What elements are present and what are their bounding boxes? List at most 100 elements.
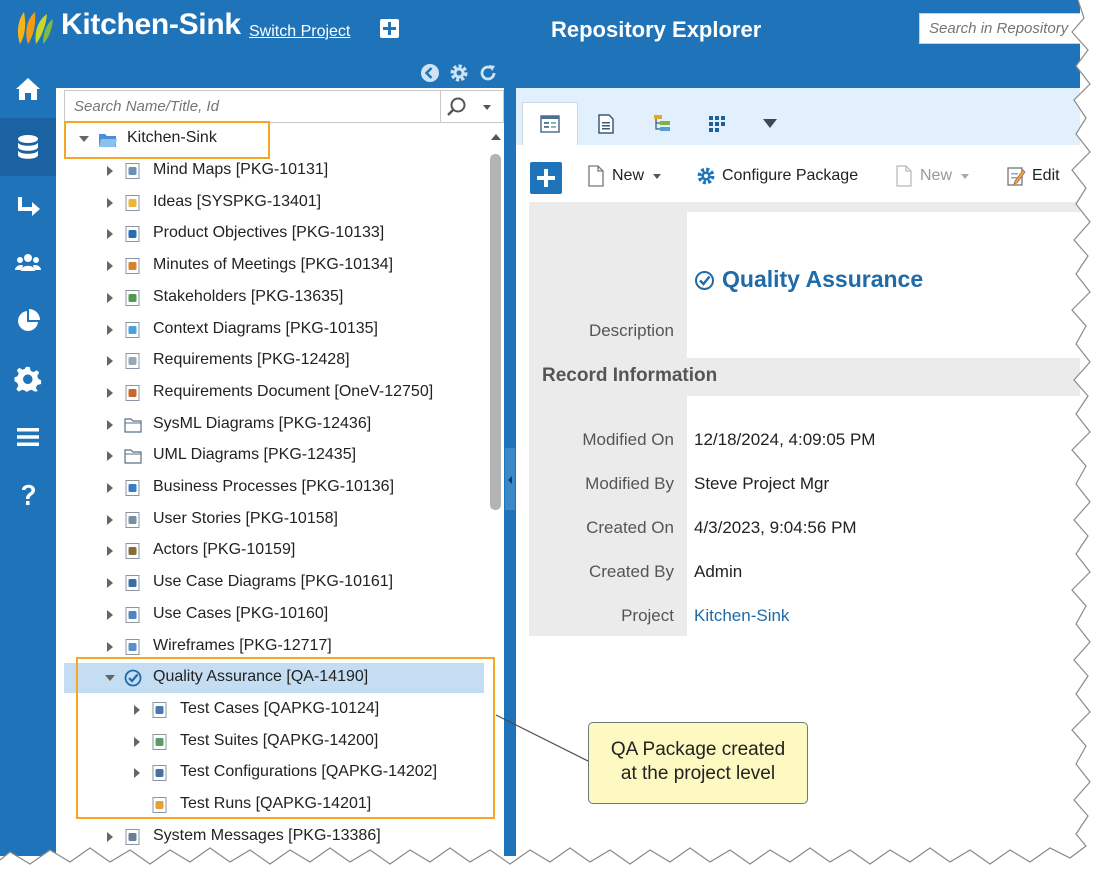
nav-reports[interactable] <box>0 292 56 350</box>
chevron-down-icon <box>653 173 662 179</box>
add-project-button[interactable] <box>380 19 399 38</box>
created-on-value: 4/3/2023, 9:04:56 PM <box>694 518 857 537</box>
nav-team[interactable] <box>0 234 56 292</box>
tree-item[interactable]: Test Runs [QAPKG-14201] <box>64 790 484 820</box>
tab-grid[interactable] <box>690 102 746 145</box>
tree-item[interactable]: Requirements [PKG-12428] <box>64 346 484 376</box>
new-button[interactable]: New <box>586 162 662 190</box>
expand-toggle[interactable] <box>107 324 113 335</box>
tree-item[interactable]: Business Processes [PKG-10136] <box>64 473 484 503</box>
expand-toggle[interactable] <box>107 387 113 398</box>
refresh-icon[interactable] <box>478 63 498 83</box>
tree-item[interactable]: Context Diagrams [PKG-10135] <box>64 315 484 345</box>
tree-item[interactable]: Minutes of Meetings [PKG-10134] <box>64 251 484 281</box>
expand-toggle[interactable] <box>134 736 140 747</box>
tree-item[interactable]: User Stories [PKG-10158] <box>64 505 484 535</box>
tree-item-label: Requirements [PKG-12428] <box>153 351 350 369</box>
actor-icon <box>125 543 140 560</box>
hierarchy-tab-icon <box>654 114 670 131</box>
nav-menu[interactable] <box>0 408 56 466</box>
expand-toggle[interactable] <box>79 136 89 142</box>
tree-search-button[interactable] <box>440 90 504 123</box>
expand-toggle[interactable] <box>107 831 113 842</box>
folder-icon <box>124 417 142 433</box>
tree-item[interactable]: Test Cases [QAPKG-10124] <box>64 695 484 725</box>
tree-item[interactable]: UML Diagrams [PKG-12435] <box>64 441 484 471</box>
nav-home[interactable] <box>0 60 56 118</box>
expand-toggle[interactable] <box>107 641 113 652</box>
tree-item[interactable]: System Messages [PKG-13386] <box>64 822 484 852</box>
tab-document[interactable] <box>578 102 634 145</box>
new-disabled-label: New <box>920 167 953 184</box>
expand-toggle[interactable] <box>107 419 113 430</box>
scroll-up-arrow-icon[interactable] <box>491 134 501 140</box>
tree-item[interactable]: Use Case Diagrams [PKG-10161] <box>64 568 484 598</box>
expand-toggle[interactable] <box>107 356 113 367</box>
nav-share[interactable] <box>0 176 56 234</box>
help-icon <box>22 484 35 505</box>
stakeholders-icon <box>125 289 140 306</box>
tree-item-label: Actors [PKG-10159] <box>153 541 296 559</box>
tree-item[interactable]: Stakeholders [PKG-13635] <box>64 283 484 313</box>
created-on-label: Created On <box>586 518 674 537</box>
tree-item[interactable]: Actors [PKG-10159] <box>64 536 484 566</box>
tree-item[interactable]: Test Configurations [QAPKG-14202] <box>64 758 484 788</box>
expand-toggle[interactable] <box>107 197 113 208</box>
expand-toggle[interactable] <box>134 768 140 779</box>
expand-toggle[interactable] <box>107 483 113 493</box>
tree-item[interactable]: Wireframes [PKG-12717] <box>64 632 484 662</box>
expand-toggle[interactable] <box>107 609 113 620</box>
project-link[interactable]: Kitchen-Sink <box>694 606 789 626</box>
tree-item[interactable]: Product Objectives [PKG-10133] <box>64 219 484 249</box>
expand-toggle[interactable] <box>107 451 113 462</box>
tree-scrollbar[interactable] <box>488 124 504 856</box>
wireframe-icon <box>125 638 140 655</box>
tree-item[interactable]: SysML Diagrams [PKG-12436] <box>64 410 484 440</box>
tab-more[interactable] <box>742 102 798 145</box>
expand-toggle[interactable] <box>134 704 140 715</box>
expand-toggle[interactable] <box>107 166 113 176</box>
tree-item-label: Quality Assurance [QA-14190] <box>153 668 369 686</box>
scroll-thumb[interactable] <box>490 154 501 510</box>
tree-item-label: SysML Diagrams [PKG-12436] <box>153 414 372 432</box>
tab-details[interactable] <box>522 102 578 145</box>
configure-package-button[interactable]: Configure Package <box>696 162 858 190</box>
new-document-icon <box>588 165 604 187</box>
expand-toggle[interactable] <box>107 292 113 303</box>
repository-search-input[interactable] <box>919 13 1080 44</box>
nav-help[interactable] <box>0 466 56 524</box>
tree-item[interactable]: Test Suites [QAPKG-14200] <box>64 727 484 757</box>
tab-hierarchy[interactable] <box>634 102 690 145</box>
splitter-collapse-handle[interactable] <box>505 448 515 510</box>
left-navigation <box>0 58 56 856</box>
expand-toggle[interactable] <box>107 229 113 240</box>
edit-button[interactable]: Edit <box>1006 162 1060 190</box>
system-message-icon <box>125 828 140 845</box>
edit-button-label: Edit <box>1032 167 1060 184</box>
tree-item[interactable]: Quality Assurance [QA-14190] <box>64 663 484 694</box>
nav-settings[interactable] <box>0 350 56 408</box>
tree-item[interactable]: Mind Maps [PKG-10131] <box>64 156 484 186</box>
collapse-panel-icon[interactable] <box>420 63 440 83</box>
tree-item-label: Ideas [SYSPKG-13401] <box>153 192 322 210</box>
tree-item[interactable]: Requirements Document [OneV-12750] <box>64 378 484 408</box>
collapse-toggle[interactable] <box>105 675 115 682</box>
nav-repository[interactable] <box>0 118 56 176</box>
tree-settings-gear-icon[interactable] <box>449 63 469 83</box>
tree-item-label: User Stories [PKG-10158] <box>153 509 338 527</box>
tree-search-input[interactable] <box>64 90 440 123</box>
chevron-down-icon[interactable] <box>483 105 491 110</box>
expand-toggle[interactable] <box>107 546 113 557</box>
switch-project-link[interactable]: Switch Project <box>249 23 350 41</box>
tree-item[interactable]: Use Cases [PKG-10160] <box>64 600 484 630</box>
expand-toggle[interactable] <box>107 261 113 272</box>
new-disabled-button[interactable]: New <box>894 162 970 190</box>
tree-item[interactable]: Ideas [SYSPKG-13401] <box>64 188 484 218</box>
chevron-down-icon <box>961 173 970 179</box>
quality-check-icon <box>695 271 714 290</box>
tree-root[interactable]: Kitchen-Sink <box>64 124 484 154</box>
expand-toggle[interactable] <box>107 514 113 525</box>
configure-package-label: Configure Package <box>722 167 859 184</box>
test-case-icon <box>152 701 167 718</box>
expand-toggle[interactable] <box>107 578 113 589</box>
